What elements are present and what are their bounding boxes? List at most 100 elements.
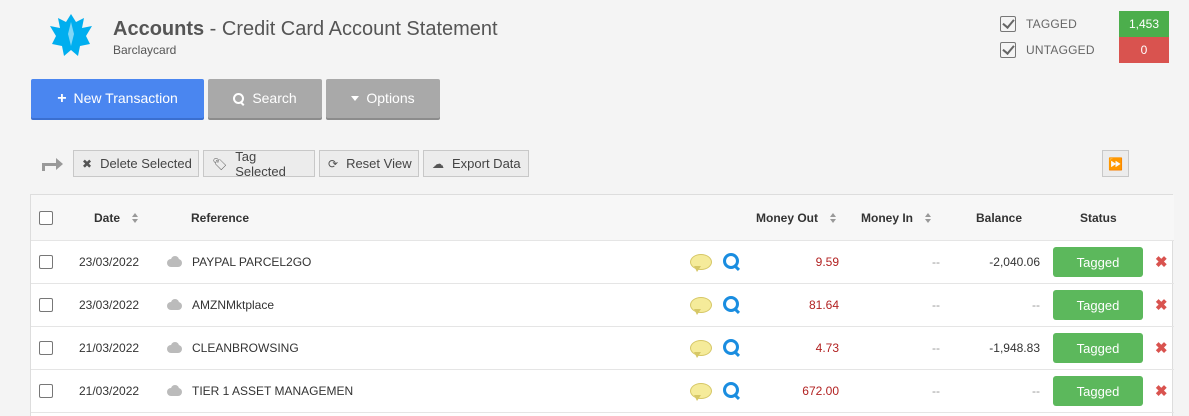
share-arrow-icon[interactable] [40,154,64,172]
row-money-in: -- [932,255,940,269]
transactions-table: Date Reference Money Out Money In Balanc… [30,194,1174,416]
row-money-out: 672.00 [802,384,839,398]
row-date: 23/03/2022 [79,255,140,269]
row-date: 23/03/2022 [79,298,140,312]
status-tagged-button[interactable]: Tagged [1053,247,1143,277]
search-icon[interactable] [723,296,741,314]
check-square-icon [1000,16,1016,32]
delete-row-icon[interactable]: ✖ [1155,296,1168,314]
row-date: 21/03/2022 [79,341,140,355]
delete-selected-label: Delete Selected [100,156,192,171]
row-balance: -1,948.83 [989,341,1040,355]
cloud-upload-icon[interactable] [165,256,183,268]
status-tagged-button[interactable]: Tagged [1053,333,1143,363]
reset-view-button[interactable]: ⟳ Reset View [319,150,419,177]
options-button[interactable]: Options [326,79,440,118]
table-row: 23/03/2022 PAYPAL PARCEL2GO 9.59 -- -2,0… [31,241,1174,284]
search-button[interactable]: Search [208,79,322,118]
status-tagged-button[interactable]: Tagged [1053,376,1143,406]
untagged-count-badge: 0 [1119,37,1169,63]
row-money-in: -- [932,384,940,398]
tagged-label: TAGGED [1026,17,1077,31]
fast-forward-button[interactable]: ⏩ [1102,150,1129,177]
row-balance: -- [1032,298,1040,312]
fast-forward-icon: ⏩ [1108,156,1123,171]
comment-icon[interactable] [690,340,712,358]
sort-icon [132,212,139,223]
balance-header-label: Balance [976,210,1023,225]
row-checkbox[interactable] [39,298,53,312]
account-name: Barclaycard [113,43,177,57]
table-row: 21/03/2022 CLEANBROWSING 4.73 -- -1,948.… [31,327,1174,370]
money-out-column-header[interactable]: Money Out [756,195,836,240]
search-icon[interactable] [723,339,741,357]
tag-selected-label: Tag Selected [235,148,286,179]
times-icon: ✖ [82,156,93,171]
reference-column-header: Reference [191,195,249,240]
row-money-out: 4.73 [815,341,839,355]
refresh-icon: ⟳ [328,156,339,171]
search-icon [233,92,245,105]
table-row: 23/03/2022 AMZNMktplace 81.64 -- -- Tagg… [31,284,1174,327]
reset-view-label: Reset View [346,156,412,171]
row-reference: AMZNMktplace [192,298,275,312]
row-reference: CLEANBROWSING [192,341,299,355]
caret-down-icon [351,96,360,101]
money-out-header-label: Money Out [756,210,818,225]
tag-summary: TAGGED 1,453 UNTAGGED 0 [1000,11,1169,63]
row-checkbox[interactable] [39,255,53,269]
table-row: 21/03/2022 TIER 1 ASSET MANAGEMEN 672.00… [31,370,1174,413]
accounts-page: Accounts - Credit Card Account Statement… [0,0,1189,416]
money-in-header-label: Money In [861,210,914,225]
sort-icon [830,212,836,223]
page-title: Accounts - Credit Card Account Statement [113,18,498,40]
export-data-button[interactable]: ☁ Export Data [423,150,529,177]
balance-column-header: Balance [976,195,1022,240]
status-tagged-button[interactable]: Tagged [1053,290,1143,320]
cloud-upload-icon[interactable] [165,342,183,354]
table-header-row: Date Reference Money Out Money In Balanc… [31,195,1174,241]
row-money-in: -- [932,341,940,355]
select-all-checkbox[interactable] [39,210,53,225]
row-checkbox[interactable] [39,341,53,355]
options-label: Options [366,90,415,106]
row-money-out: 81.64 [808,298,839,312]
date-column-header[interactable]: Date [94,195,139,240]
search-icon[interactable] [723,382,741,400]
new-transaction-label: New Transaction [73,90,178,106]
plus-icon: + [57,90,67,107]
cloud-upload-icon[interactable] [165,385,183,397]
row-checkbox[interactable] [39,384,53,398]
comment-icon[interactable] [690,383,712,401]
delete-row-icon[interactable]: ✖ [1155,253,1168,271]
sort-icon [925,212,932,223]
new-transaction-button[interactable]: + New Transaction [31,79,204,118]
row-reference: PAYPAL PARCEL2GO [192,255,312,269]
search-icon[interactable] [723,253,741,271]
barclays-eagle-logo [50,14,92,56]
page-header: Accounts - Credit Card Account Statement… [113,18,498,57]
money-in-column-header[interactable]: Money In [861,195,932,240]
comment-icon[interactable] [690,297,712,315]
delete-selected-button[interactable]: ✖ Delete Selected [73,150,199,177]
search-label: Search [252,90,297,106]
row-date: 21/03/2022 [79,384,140,398]
row-reference: TIER 1 ASSET MANAGEMEN [192,384,354,398]
row-money-in: -- [932,298,940,312]
delete-row-icon[interactable]: ✖ [1155,339,1168,357]
status-column-header: Status [1080,195,1117,240]
row-money-out: 9.59 [815,255,839,269]
comment-icon[interactable] [690,254,712,272]
cloud-download-icon: ☁ [432,156,444,171]
reference-header-label: Reference [191,210,250,225]
status-header-label: Status [1080,210,1117,225]
row-balance: -2,040.06 [989,255,1040,269]
delete-row-icon[interactable]: ✖ [1155,382,1168,400]
date-header-label: Date [94,210,121,225]
untagged-label: UNTAGGED [1026,43,1095,57]
check-square-icon [1000,42,1016,58]
export-data-label: Export Data [452,156,521,171]
tag-selected-button[interactable]: 🏷 Tag Selected [203,148,315,179]
cloud-upload-icon[interactable] [165,299,183,311]
row-balance: -- [1032,384,1040,398]
